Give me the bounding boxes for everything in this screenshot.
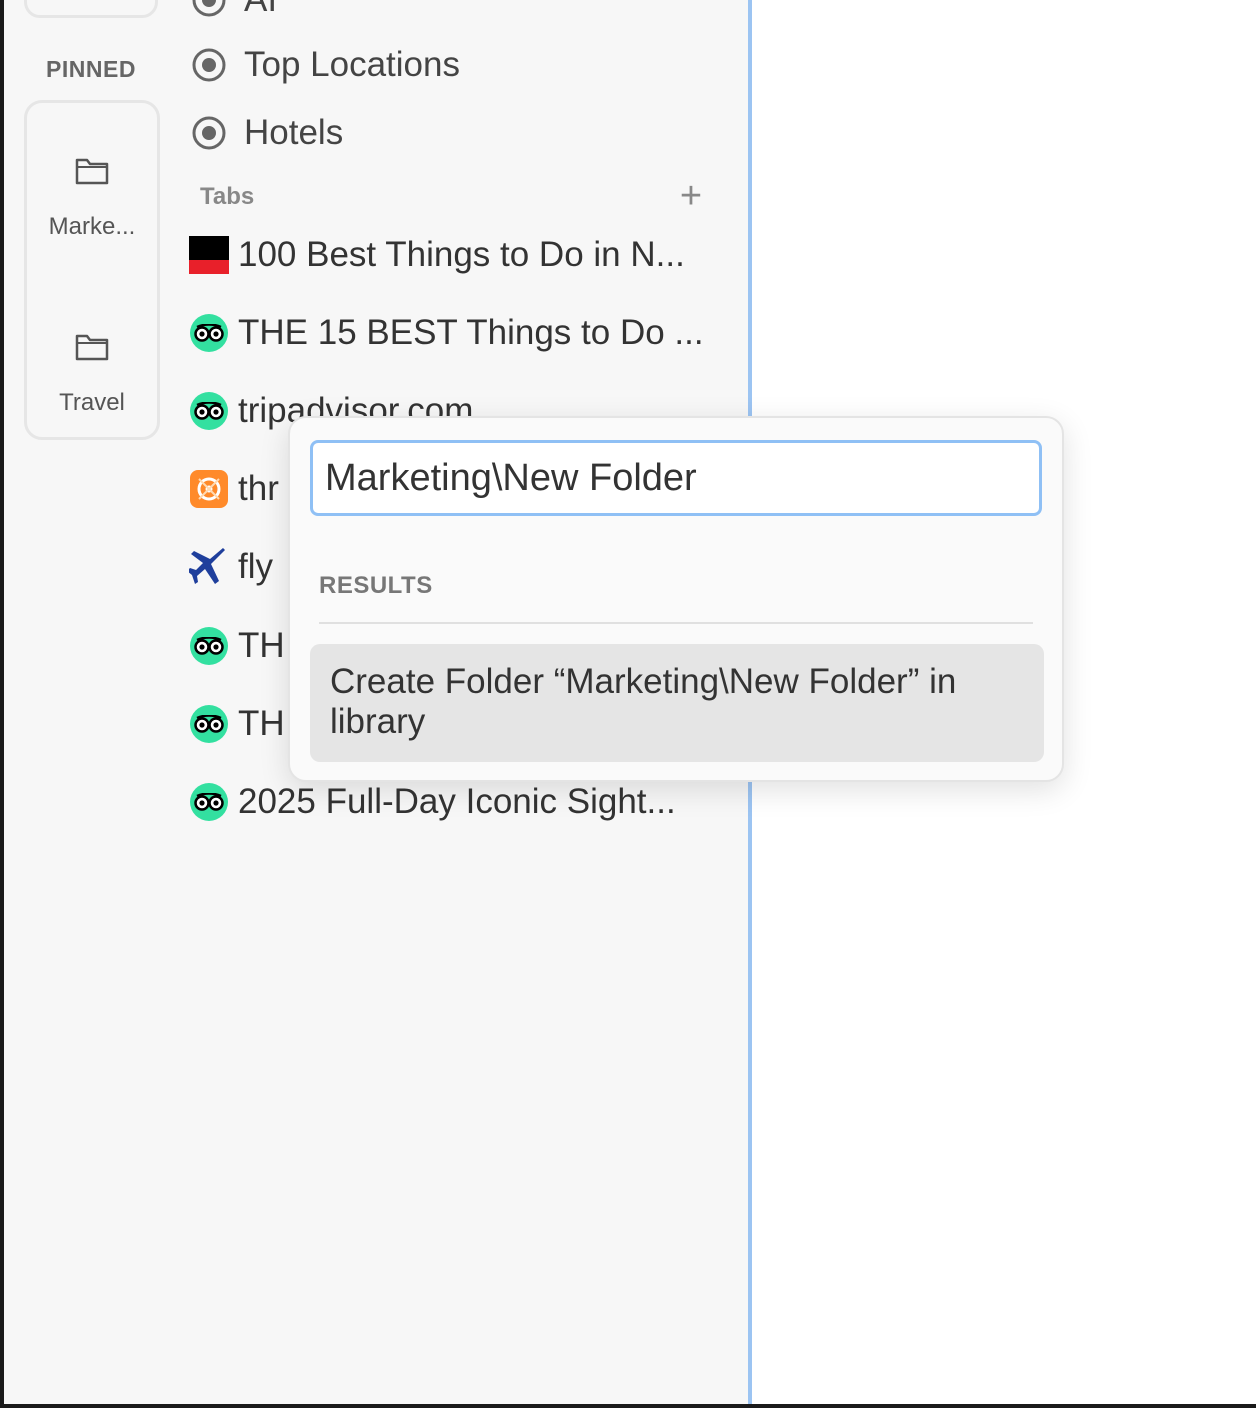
red-black-flag-icon — [188, 234, 230, 276]
tripadvisor-owl-icon — [188, 312, 230, 354]
tab-item[interactable]: 100 Best Things to Do in N... — [188, 225, 685, 285]
location-item-hotels[interactable]: Hotels — [188, 103, 343, 163]
airplane-icon — [188, 546, 230, 588]
tripadvisor-owl-icon — [188, 625, 230, 667]
folder-search-input[interactable] — [310, 440, 1042, 516]
tab-title: TH — [238, 704, 285, 743]
location-item-ai[interactable]: AI — [188, 0, 277, 30]
tab-title: 100 Best Things to Do in N... — [238, 235, 685, 274]
location-label: Hotels — [244, 113, 344, 152]
pinned-folders-card: Marke... Travel — [24, 100, 160, 440]
pinned-folder-label: Travel — [59, 389, 125, 416]
pinned-card-top[interactable] — [24, 0, 158, 18]
orange-app-icon — [188, 468, 230, 510]
pinned-folder-travel[interactable]: Travel — [27, 331, 157, 417]
tab-title: TH — [238, 626, 285, 665]
tab-item[interactable]: fly — [188, 537, 273, 597]
tab-title: 2025 Full-Day Iconic Sight... — [238, 782, 676, 821]
create-folder-result[interactable]: Create Folder “Marketing\New Folder” in … — [310, 644, 1044, 762]
results-divider — [319, 622, 1033, 624]
location-label: AI — [244, 0, 277, 20]
add-tab-button[interactable]: + — [674, 176, 708, 216]
location-label: Top Locations — [244, 45, 460, 84]
radio-target-icon — [188, 44, 230, 86]
tab-item[interactable]: thr — [188, 459, 279, 519]
pinned-folder-marketing[interactable]: Marke... — [27, 155, 157, 241]
pinned-heading: PINNED — [46, 56, 136, 82]
tripadvisor-owl-icon — [188, 781, 230, 823]
tab-item[interactable]: TH — [188, 616, 285, 676]
pinned-folder-label: Marke... — [48, 213, 136, 240]
tab-item[interactable]: TH — [188, 694, 285, 754]
folder-icon — [75, 334, 109, 361]
tab-title: THE 15 BEST Things to Do ... — [238, 313, 704, 352]
tabs-section-title: Tabs — [200, 183, 255, 210]
browser-window: PINNED Marke... Travel AI Top Locations … — [4, 0, 1256, 1404]
folder-icon — [75, 158, 109, 185]
tripadvisor-owl-icon — [188, 703, 230, 745]
location-item-top-locations[interactable]: Top Locations — [188, 35, 460, 95]
tab-item[interactable]: THE 15 BEST Things to Do ... — [188, 303, 704, 363]
results-heading: RESULTS — [319, 572, 433, 599]
tab-title: thr — [238, 469, 279, 508]
move-to-folder-popup: RESULTS Create Folder “Marketing\New Fol… — [288, 416, 1064, 782]
radio-target-icon — [188, 0, 230, 21]
tripadvisor-owl-icon — [188, 390, 230, 432]
tab-title: fly — [238, 547, 273, 586]
radio-target-icon — [188, 112, 230, 154]
